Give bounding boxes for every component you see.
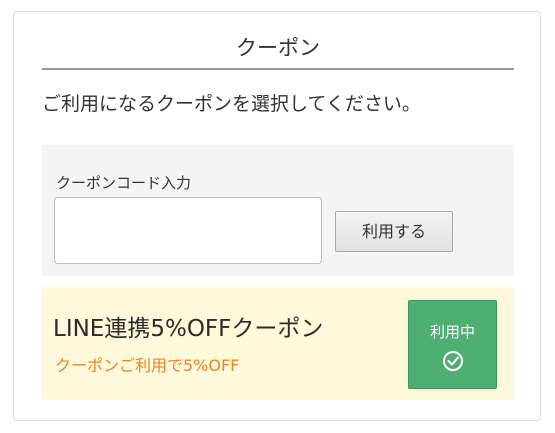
check-circle-icon: [443, 351, 463, 371]
coupon-in-use-button[interactable]: 利用中: [408, 300, 497, 389]
apply-coupon-button[interactable]: 利用する: [335, 211, 453, 252]
page-title: クーポン: [236, 36, 320, 60]
coupon-name: LINE連携5%OFFクーポン: [53, 316, 324, 342]
coupon-description: クーポンご利用で5%OFF: [55, 356, 240, 375]
title-divider: [42, 68, 514, 70]
coupon-code-input[interactable]: [54, 197, 322, 264]
coupon-item[interactable]: LINE連携5%OFFクーポン クーポンご利用で5%OFF 利用中: [42, 287, 514, 400]
coupon-code-panel: クーポンコード入力 利用する: [42, 145, 514, 276]
coupon-status-label: 利用中: [429, 323, 475, 341]
instruction-text: ご利用になるクーポンを選択してください。: [42, 93, 421, 115]
coupon-code-label: クーポンコード入力: [56, 174, 192, 192]
coupon-card: クーポン ご利用になるクーポンを選択してください。 クーポンコード入力 利用する…: [13, 11, 541, 421]
